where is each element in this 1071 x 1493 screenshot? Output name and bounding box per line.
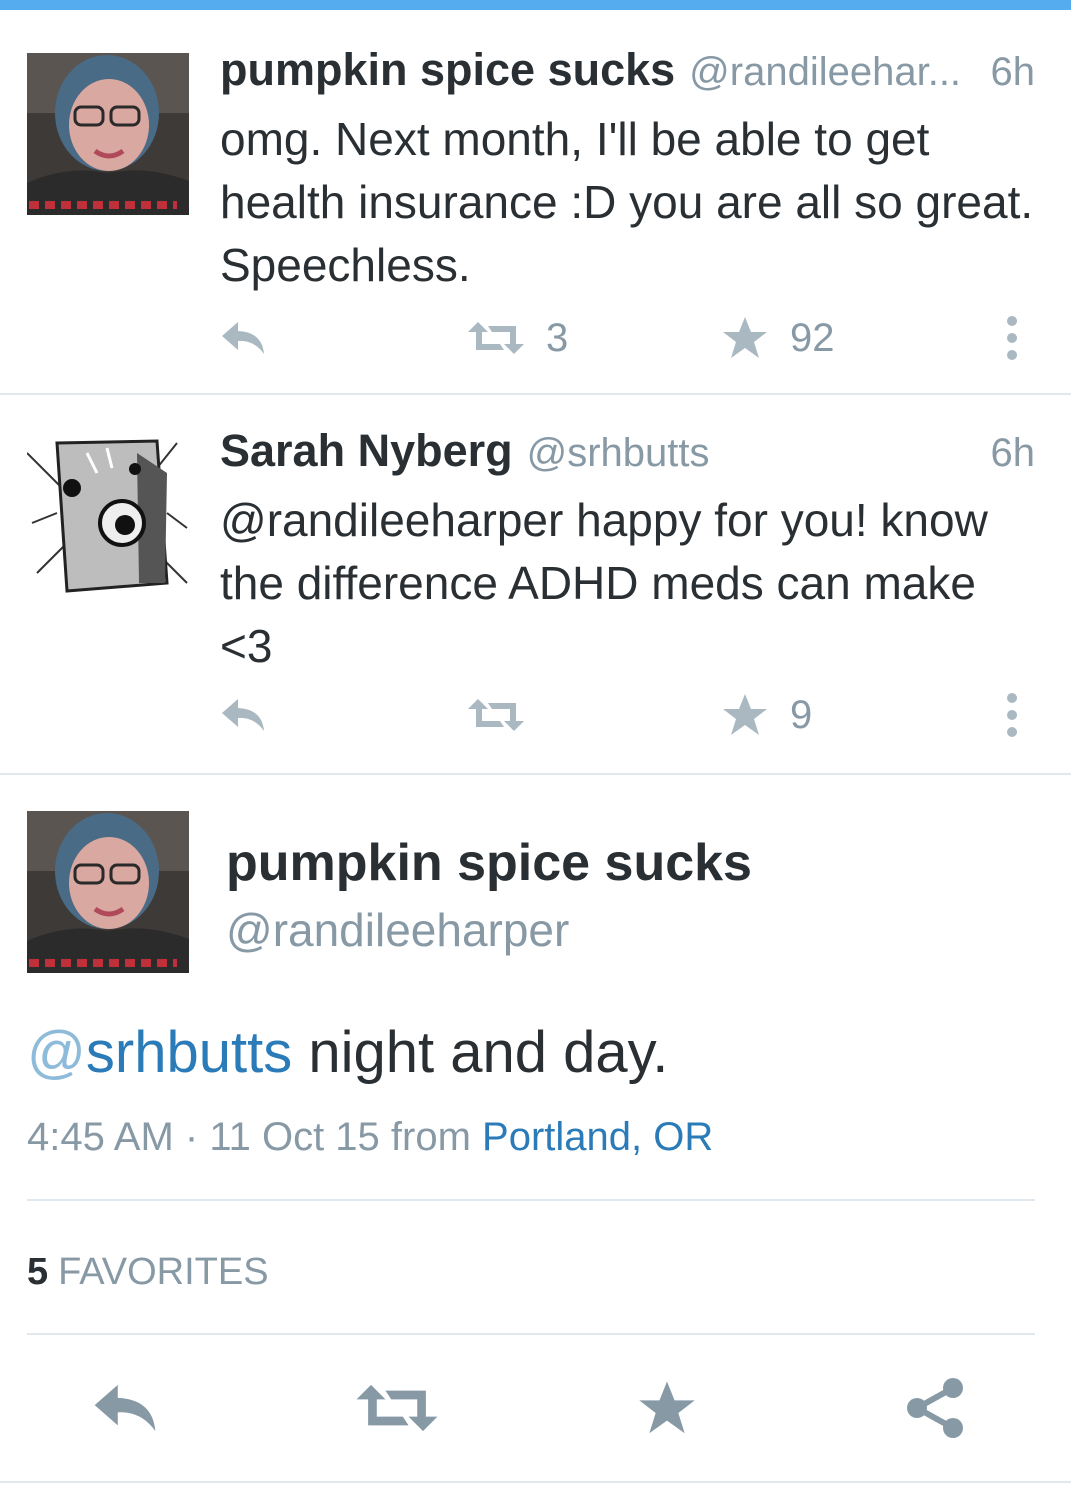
tweet-content: Sarah Nyberg @srhbutts 6h @randileeharpe… [220, 425, 1035, 678]
tweet-text: @randileeharper happy for you! know the … [220, 494, 988, 672]
avatar[interactable] [27, 811, 189, 973]
more-options-button[interactable] [1005, 685, 1019, 745]
favorite-button[interactable]: 9 [722, 685, 812, 745]
reply-icon [222, 699, 264, 731]
favorites-summary[interactable]: 5 FAVORITES [27, 1251, 269, 1294]
star-icon [639, 1381, 695, 1434]
avatar[interactable] [27, 433, 189, 595]
detail-meta: 4:45 AM · 11 Oct 15 from Portland, OR [27, 1115, 713, 1160]
tweet-author-name[interactable]: Sarah Nyberg [220, 425, 513, 477]
reply-icon [94, 1384, 156, 1432]
divider [27, 1333, 1035, 1335]
star-icon [723, 694, 767, 735]
more-vertical-icon [1007, 316, 1017, 360]
tweet-author-name[interactable]: pumpkin spice sucks [220, 44, 675, 96]
detail-author-handle[interactable]: @randileeharper [226, 903, 569, 957]
tweet-text: omg. Next month, I'll be able to get hea… [220, 113, 1034, 291]
detail-actions [0, 1373, 1071, 1443]
tweet-actions: 9 [0, 685, 1071, 745]
tweet-author-handle[interactable]: @srhbutts [527, 431, 977, 476]
retweet-icon [468, 699, 524, 731]
tweet-author-handle[interactable]: @randileehar... [689, 50, 976, 95]
top-accent-bar [0, 0, 1071, 10]
favorites-label: FAVORITES [58, 1251, 269, 1293]
tweet-actions: 3 92 [0, 308, 1071, 368]
avatar[interactable] [27, 53, 189, 215]
mention-at-symbol[interactable]: @ [27, 1020, 86, 1085]
timeline-tweet[interactable]: Sarah Nyberg @srhbutts 6h @randileeharpe… [0, 395, 1071, 775]
share-icon [907, 1378, 963, 1438]
more-options-button[interactable] [1005, 308, 1019, 368]
favorite-count: 9 [790, 692, 813, 737]
detail-date: · 11 Oct 15 [173, 1115, 391, 1159]
favorite-count: 92 [790, 315, 835, 360]
location-link[interactable]: Portland, OR [482, 1115, 713, 1159]
retweet-button[interactable]: 3 [468, 308, 568, 368]
detail-time: 4:45 AM [27, 1115, 174, 1159]
share-button[interactable] [890, 1373, 980, 1443]
timeline-tweet[interactable]: pumpkin spice sucks @randileehar... 6h o… [0, 12, 1071, 395]
detail-tweet-body: night and day. [292, 1020, 669, 1085]
detail-tweet-text: @srhbutts night and day. [27, 1019, 668, 1086]
mention-link[interactable]: srhbutts [86, 1020, 292, 1085]
reply-button[interactable] [220, 308, 266, 368]
reply-button[interactable] [80, 1373, 170, 1443]
tweet-detail: pumpkin spice sucks @randileeharper @srh… [0, 775, 1071, 1493]
retweet-button[interactable] [352, 1373, 442, 1443]
retweet-count: 3 [546, 315, 569, 360]
star-icon [723, 317, 767, 358]
favorite-button[interactable] [622, 1373, 712, 1443]
retweet-button[interactable] [468, 685, 546, 745]
tweet-timestamp: 6h [990, 50, 1036, 94]
reply-icon [222, 322, 264, 354]
retweet-icon [356, 1384, 438, 1432]
detail-author-name[interactable]: pumpkin spice sucks [226, 833, 752, 893]
more-vertical-icon [1007, 693, 1017, 737]
divider [0, 1481, 1071, 1483]
reply-button[interactable] [220, 685, 266, 745]
tweet-content: pumpkin spice sucks @randileehar... 6h o… [220, 44, 1035, 297]
detail-from-label: from [390, 1115, 483, 1159]
favorites-count: 5 [27, 1251, 49, 1293]
retweet-icon [468, 322, 524, 354]
favorite-button[interactable]: 92 [722, 308, 835, 368]
tweet-timestamp: 6h [990, 431, 1036, 475]
divider [27, 1199, 1035, 1201]
